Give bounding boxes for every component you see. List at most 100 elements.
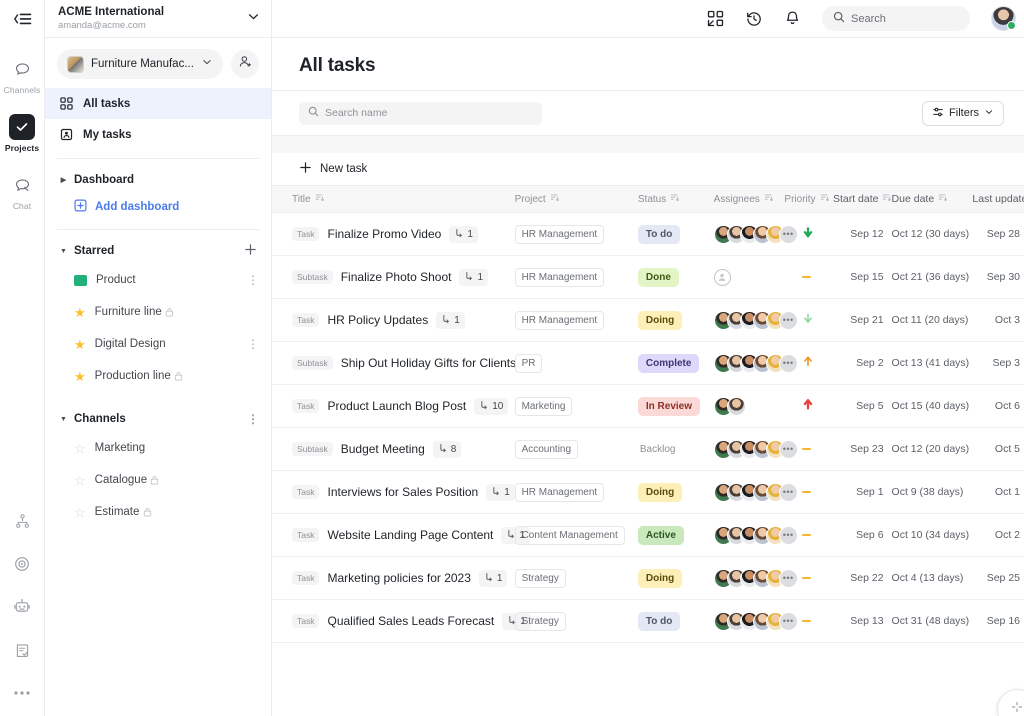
bell-icon[interactable]: [784, 10, 801, 27]
project-selector[interactable]: Furniture Manufac...: [57, 49, 223, 79]
project-chip[interactable]: Strategy: [514, 611, 566, 631]
channel-item-catalogue[interactable]: ☆ Catalogue: [45, 464, 271, 496]
cell-status[interactable]: Complete: [637, 341, 714, 385]
cell-status[interactable]: Done: [637, 255, 714, 299]
cell-assignees[interactable]: [713, 384, 785, 428]
cell-due-date[interactable]: Oct 11 (20 days): [891, 298, 973, 342]
cell-assignees[interactable]: [713, 255, 785, 299]
cell-title[interactable]: Subtask Ship Out Holiday Gifts for Client…: [272, 341, 516, 385]
star-outline-icon[interactable]: ☆: [74, 506, 86, 519]
subtask-count-chip[interactable]: 1: [459, 268, 489, 286]
column-header-due-date[interactable]: Due date: [891, 185, 973, 213]
subtask-count-chip[interactable]: 10: [474, 397, 509, 415]
sidebar-item-all-tasks[interactable]: All tasks: [45, 88, 271, 119]
starred-item-product[interactable]: Product ⋮: [45, 264, 271, 296]
table-row[interactable]: Task HR Policy Updates 1 HR Management Doing…: [272, 298, 1024, 342]
project-chip[interactable]: HR Management: [514, 310, 605, 330]
task-title[interactable]: Website Landing Page Content: [327, 528, 493, 542]
table-row[interactable]: Subtask Budget Meeting 8 Accounting Backlog •…: [272, 427, 1024, 471]
cell-start-date[interactable]: Sep 15: [832, 255, 892, 299]
cell-start-date[interactable]: Sep 6: [832, 513, 892, 557]
cell-start-date[interactable]: Sep 21: [832, 298, 892, 342]
cell-start-date[interactable]: Sep 1: [832, 470, 892, 514]
avatar-overflow[interactable]: •••: [778, 525, 798, 545]
table-row[interactable]: Task Interviews for Sales Position 1 HR Man…: [272, 470, 1024, 514]
more-vertical-icon[interactable]: ⋮: [247, 413, 259, 425]
table-row[interactable]: Subtask Finalize Photo Shoot 1 HR Managemen…: [272, 255, 1024, 299]
cell-priority[interactable]: [784, 384, 833, 428]
cell-due-date[interactable]: Oct 12 (30 days): [891, 212, 973, 256]
status-badge[interactable]: To do: [637, 611, 681, 631]
rail-item-chat[interactable]: Chat: [0, 172, 44, 211]
avatar-overflow[interactable]: •••: [778, 224, 798, 244]
more-vertical-icon[interactable]: ⋮: [247, 274, 259, 286]
cell-status[interactable]: In Review: [637, 384, 714, 428]
cell-project[interactable]: Accounting: [514, 427, 638, 471]
subtask-count-chip[interactable]: 8: [432, 440, 462, 458]
cell-due-date[interactable]: Oct 31 (48 days): [891, 599, 973, 643]
cell-last-updated[interactable]: Oct 6: [972, 384, 1024, 428]
history-icon[interactable]: [745, 10, 763, 28]
cell-title[interactable]: Task Interviews for Sales Position 1: [272, 470, 515, 514]
avatar-overflow[interactable]: •••: [778, 482, 798, 502]
project-chip[interactable]: Marketing: [514, 396, 573, 416]
cell-start-date[interactable]: Sep 12: [832, 212, 892, 256]
cell-title[interactable]: Task Website Landing Page Content 1: [272, 513, 530, 557]
cell-title[interactable]: Task Marketing policies for 2023 1: [272, 556, 515, 600]
task-title[interactable]: HR Policy Updates: [327, 313, 428, 327]
cell-project[interactable]: Content Management: [514, 513, 638, 557]
column-header-start-date[interactable]: Start date: [832, 185, 892, 213]
cell-due-date[interactable]: Oct 4 (13 days): [891, 556, 973, 600]
cell-project[interactable]: Strategy: [514, 556, 638, 600]
channel-item-estimate[interactable]: ☆ Estimate: [45, 496, 271, 528]
target-icon[interactable]: [11, 553, 33, 575]
cell-assignees[interactable]: •••: [713, 341, 798, 385]
starred-item-furniture-line[interactable]: ★ Furniture line: [45, 296, 271, 328]
cell-due-date[interactable]: Oct 12 (20 days): [891, 427, 973, 471]
robot-icon[interactable]: [11, 596, 33, 618]
cell-assignees[interactable]: •••: [713, 298, 798, 342]
cell-title[interactable]: Subtask Finalize Photo Shoot 1: [272, 255, 515, 299]
table-row[interactable]: Task Finalize Promo Video 1 HR Management To…: [272, 212, 1024, 256]
avatar[interactable]: [991, 6, 1016, 31]
status-badge[interactable]: Doing: [637, 568, 683, 588]
task-list-icon[interactable]: [11, 639, 33, 661]
section-starred[interactable]: ▼ Starred: [45, 238, 271, 264]
table-row[interactable]: Task Product Launch Blog Post 10 Marketing I…: [272, 384, 1024, 428]
cell-status[interactable]: Active: [637, 513, 714, 557]
cell-start-date[interactable]: Sep 5: [832, 384, 892, 428]
task-title[interactable]: Marketing policies for 2023: [327, 571, 470, 585]
cell-title[interactable]: Task Finalize Promo Video 1: [272, 212, 515, 256]
status-badge[interactable]: In Review: [637, 396, 701, 416]
avatar[interactable]: [726, 396, 746, 416]
task-title[interactable]: Ship Out Holiday Gifts for Clients: [341, 356, 516, 370]
cell-title[interactable]: Task HR Policy Updates 1: [272, 298, 515, 342]
table-row[interactable]: Task Qualified Sales Leads Forecast 1 Strat…: [272, 599, 1024, 643]
cell-project[interactable]: PR: [514, 341, 638, 385]
table-row[interactable]: Subtask Ship Out Holiday Gifts for Client…: [272, 341, 1024, 385]
status-badge[interactable]: Backlog: [638, 440, 684, 459]
cell-start-date[interactable]: Sep 2: [832, 341, 892, 385]
avatar-group[interactable]: [713, 396, 785, 416]
avatar-overflow[interactable]: •••: [778, 568, 798, 588]
project-chip[interactable]: HR Management: [514, 267, 605, 287]
avatar-empty-icon[interactable]: [713, 268, 731, 286]
channel-item-marketing[interactable]: ☆ Marketing: [45, 432, 271, 464]
org-switcher[interactable]: ACME International amanda@acme.com: [45, 0, 271, 38]
column-header-title[interactable]: Title: [272, 185, 515, 213]
rail-item-projects[interactable]: Projects: [0, 114, 44, 153]
new-task-button[interactable]: New task: [272, 153, 1024, 185]
column-header-last-updated[interactable]: Last updated: [972, 185, 1024, 213]
avatar-group[interactable]: •••: [713, 482, 798, 502]
add-starred-icon[interactable]: [242, 243, 259, 259]
search-input[interactable]: Search name: [299, 101, 542, 125]
task-title[interactable]: Product Launch Blog Post: [327, 399, 466, 413]
cell-status[interactable]: Doing: [637, 470, 714, 514]
avatar-overflow[interactable]: •••: [778, 439, 798, 459]
cell-assignees[interactable]: •••: [713, 427, 798, 471]
cell-last-updated[interactable]: Sep 3: [972, 341, 1024, 385]
project-chip[interactable]: Content Management: [514, 525, 625, 545]
avatar-overflow[interactable]: •••: [778, 353, 798, 373]
cell-last-updated[interactable]: Oct 5: [972, 427, 1024, 471]
column-header-priority[interactable]: Priority: [784, 185, 833, 213]
